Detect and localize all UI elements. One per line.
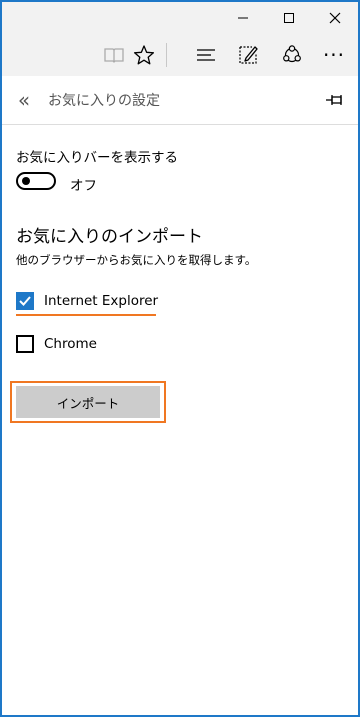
checkbox-chrome[interactable]: Chrome	[16, 333, 97, 355]
more-button[interactable]: ···	[314, 39, 354, 71]
checkbox-label-internet-explorer: Internet Explorer	[44, 293, 159, 309]
checkmark-icon	[19, 296, 31, 306]
back-button[interactable]: «	[12, 88, 36, 112]
book-icon	[104, 48, 124, 63]
favorites-bar-label: お気に入りバーを表示する	[16, 150, 178, 166]
maximize-button[interactable]	[266, 2, 312, 34]
share-button[interactable]	[272, 39, 312, 71]
pin-button[interactable]	[324, 90, 346, 110]
hub-lines-icon	[197, 49, 215, 61]
checkbox-label-chrome: Chrome	[44, 336, 97, 352]
toggle-state-label: オフ	[70, 178, 97, 194]
minimize-icon	[238, 17, 248, 19]
favorites-settings-panel: « お気に入りの設定 お気に入りバーを表示する オフ お気に入りのインポート 他…	[2, 76, 358, 715]
import-button[interactable]: インポート	[16, 386, 160, 418]
title-bar	[2, 2, 358, 34]
close-icon	[329, 12, 341, 24]
close-button[interactable]	[312, 2, 358, 34]
header-divider	[2, 124, 358, 125]
import-section-description: 他のブラウザーからお気に入りを取得します。	[16, 253, 257, 267]
panel-title: お気に入りの設定	[48, 93, 160, 109]
browser-toolbar: ···	[2, 34, 358, 76]
highlight-underline	[16, 314, 156, 316]
toolbar-separator	[166, 43, 167, 67]
maximize-icon	[284, 13, 294, 23]
pin-icon	[326, 95, 342, 105]
checkbox-box[interactable]	[16, 335, 34, 353]
import-section-title: お気に入りのインポート	[16, 227, 203, 247]
back-chevron-icon: «	[17, 88, 31, 112]
minimize-button[interactable]	[220, 2, 266, 34]
checkbox-box[interactable]	[16, 292, 34, 310]
share-icon	[283, 45, 301, 63]
pen-note-icon	[239, 46, 258, 64]
web-note-button[interactable]	[228, 39, 268, 71]
favorites-bar-toggle[interactable]	[16, 172, 56, 190]
browser-window: ··· « お気に入りの設定 お気に入りバーを表示する オフ お気に入りのインポ…	[0, 0, 360, 717]
checkbox-internet-explorer[interactable]: Internet Explorer	[16, 290, 158, 312]
toggle-knob	[22, 177, 30, 185]
favorite-star-button[interactable]	[124, 39, 164, 71]
hub-button[interactable]	[186, 39, 226, 71]
panel-header: « お気に入りの設定	[2, 76, 358, 124]
star-icon	[133, 45, 155, 65]
more-dots-icon: ···	[322, 43, 346, 67]
